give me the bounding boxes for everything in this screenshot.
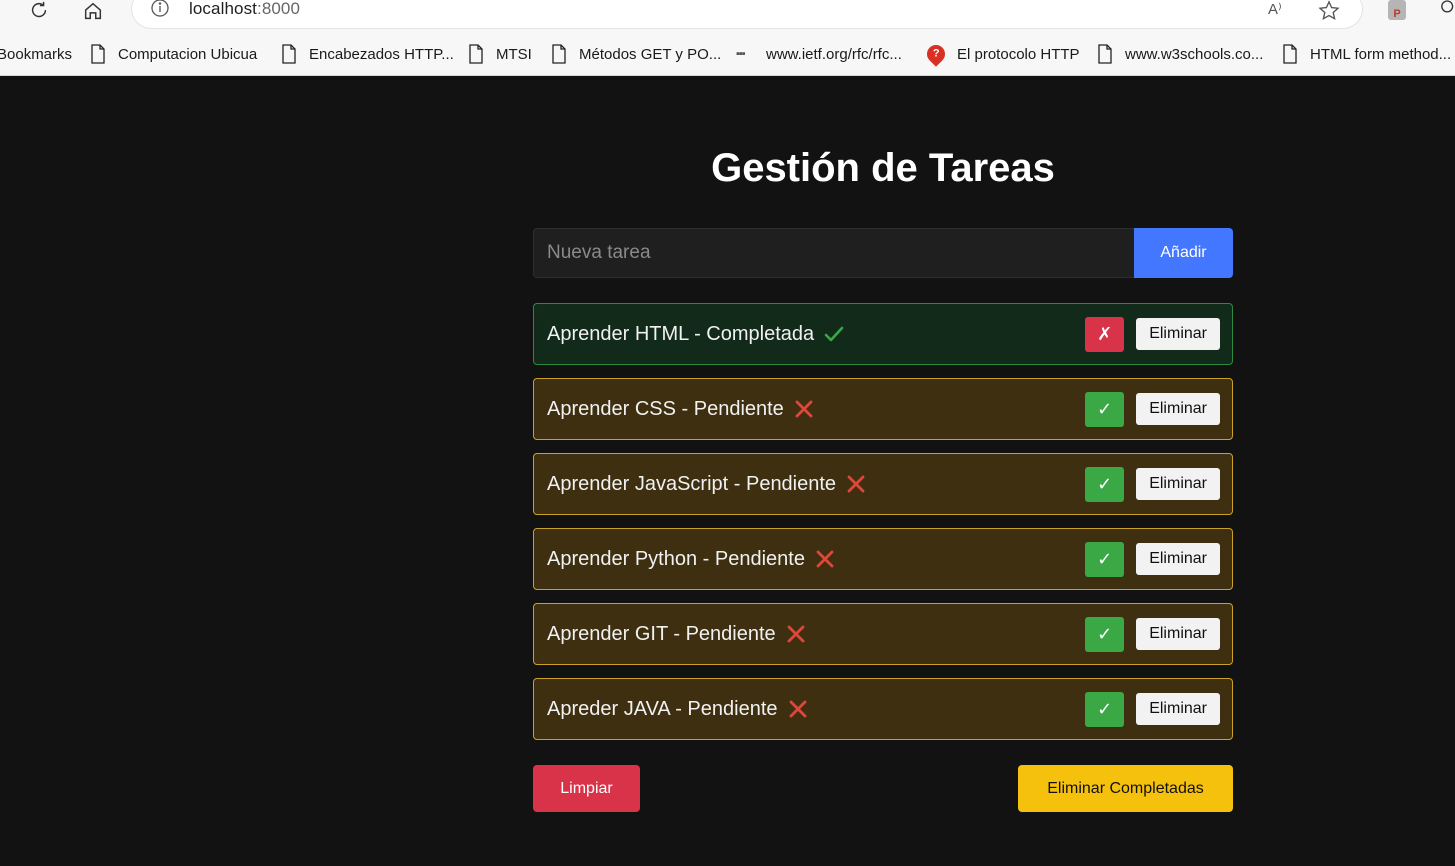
bookmark-item[interactable]: ▪▪▪ www.ietf.org/rfc/rfc...	[736, 40, 902, 68]
task-item: Aprender Python - Pendiente ✓ Eliminar	[533, 528, 1233, 590]
extensions-puzzle-icon[interactable]	[1440, 0, 1455, 20]
favorite-star-icon[interactable]	[1318, 0, 1342, 22]
bookmark-folder[interactable]: Bookmarks	[0, 40, 72, 68]
browser-chrome: localhost:8000 A⁾ P Bookmarks Computacio…	[0, 0, 1455, 76]
clear-button[interactable]: Limpiar	[533, 765, 640, 812]
mark-complete-button[interactable]: ✓	[1085, 391, 1125, 427]
delete-task-button[interactable]: Eliminar	[1136, 468, 1220, 500]
cross-icon	[845, 473, 867, 495]
cross-icon	[787, 698, 809, 720]
page-title: Gestión de Tareas	[711, 146, 1055, 190]
bookmark-item[interactable]: HTML form method...	[1282, 40, 1451, 68]
page-icon	[1098, 44, 1112, 64]
home-icon[interactable]	[80, 0, 106, 22]
delete-task-button[interactable]: Eliminar	[1136, 393, 1220, 425]
reload-icon[interactable]	[26, 0, 52, 22]
task-item: Apreder JAVA - Pendiente ✓ Eliminar	[533, 678, 1233, 740]
page-icon	[282, 44, 296, 64]
delete-task-button[interactable]: Eliminar	[1136, 318, 1220, 350]
address-bar[interactable]	[132, 0, 1362, 28]
site-info-icon[interactable]	[150, 0, 170, 20]
task-item: Aprender CSS - Pendiente ✓ Eliminar	[533, 378, 1233, 440]
extension-icon[interactable]: P	[1388, 0, 1406, 20]
page-icon	[469, 44, 483, 64]
check-icon	[823, 323, 845, 345]
task-text: Aprender GIT - Pendiente	[547, 622, 776, 645]
ietf-icon: ▪▪▪	[736, 48, 746, 60]
task-label: Apreder JAVA - Pendiente	[547, 698, 1085, 721]
mark-complete-button[interactable]: ✓	[1085, 466, 1125, 502]
remove-completed-button[interactable]: Eliminar Completadas	[1018, 765, 1233, 812]
bookmark-item[interactable]: www.w3schools.co...	[1097, 40, 1263, 68]
delete-task-button[interactable]: Eliminar	[1136, 618, 1220, 650]
mark-complete-button[interactable]: ✓	[1085, 541, 1125, 577]
task-label: Aprender HTML - Completada	[547, 323, 1085, 346]
delete-task-button[interactable]: Eliminar	[1136, 693, 1220, 725]
task-text: Apreder JAVA - Pendiente	[547, 697, 778, 720]
address-url[interactable]: localhost:8000	[189, 0, 300, 19]
bookmark-item[interactable]: Métodos GET y PO...	[551, 40, 721, 68]
task-label: Aprender JavaScript - Pendiente	[547, 473, 1085, 496]
cross-icon	[793, 398, 815, 420]
bookmark-item[interactable]: MTSI	[468, 40, 532, 68]
task-item: Aprender GIT - Pendiente ✓ Eliminar	[533, 603, 1233, 665]
new-task-form: Añadir	[533, 228, 1233, 278]
question-icon: ?	[923, 41, 949, 67]
task-item: Aprender JavaScript - Pendiente ✓ Eliminar	[533, 453, 1233, 515]
page-icon	[91, 44, 105, 64]
task-label: Aprender CSS - Pendiente	[547, 398, 1085, 421]
new-task-input[interactable]	[533, 228, 1134, 278]
cross-icon	[814, 548, 836, 570]
page-icon	[1283, 44, 1297, 64]
read-aloud-icon[interactable]: A⁾	[1268, 0, 1292, 20]
task-label: Aprender GIT - Pendiente	[547, 623, 1085, 646]
delete-task-button[interactable]: Eliminar	[1136, 543, 1220, 575]
mark-complete-button[interactable]: ✓	[1085, 616, 1125, 652]
bookmark-item[interactable]: Encabezados HTTP...	[281, 40, 454, 68]
bookmark-item[interactable]: ? El protocolo HTTP	[923, 40, 1080, 68]
task-label: Aprender Python - Pendiente	[547, 548, 1085, 571]
add-task-button[interactable]: Añadir	[1134, 228, 1233, 278]
task-text: Aprender JavaScript - Pendiente	[547, 472, 837, 495]
task-item: Aprender HTML - Completada ✗ Eliminar	[533, 303, 1233, 365]
mark-pending-button[interactable]: ✗	[1085, 316, 1125, 352]
mark-complete-button[interactable]: ✓	[1085, 691, 1125, 727]
bookmarks-bar: Bookmarks Computacion Ubicua Encabezados…	[0, 40, 1455, 68]
task-text: Aprender HTML - Completada	[547, 322, 815, 345]
cross-icon	[785, 623, 807, 645]
task-text: Aprender Python - Pendiente	[547, 547, 805, 570]
page-icon	[552, 44, 566, 64]
bookmark-item[interactable]: Computacion Ubicua	[90, 40, 257, 68]
task-text: Aprender CSS - Pendiente	[547, 397, 784, 420]
